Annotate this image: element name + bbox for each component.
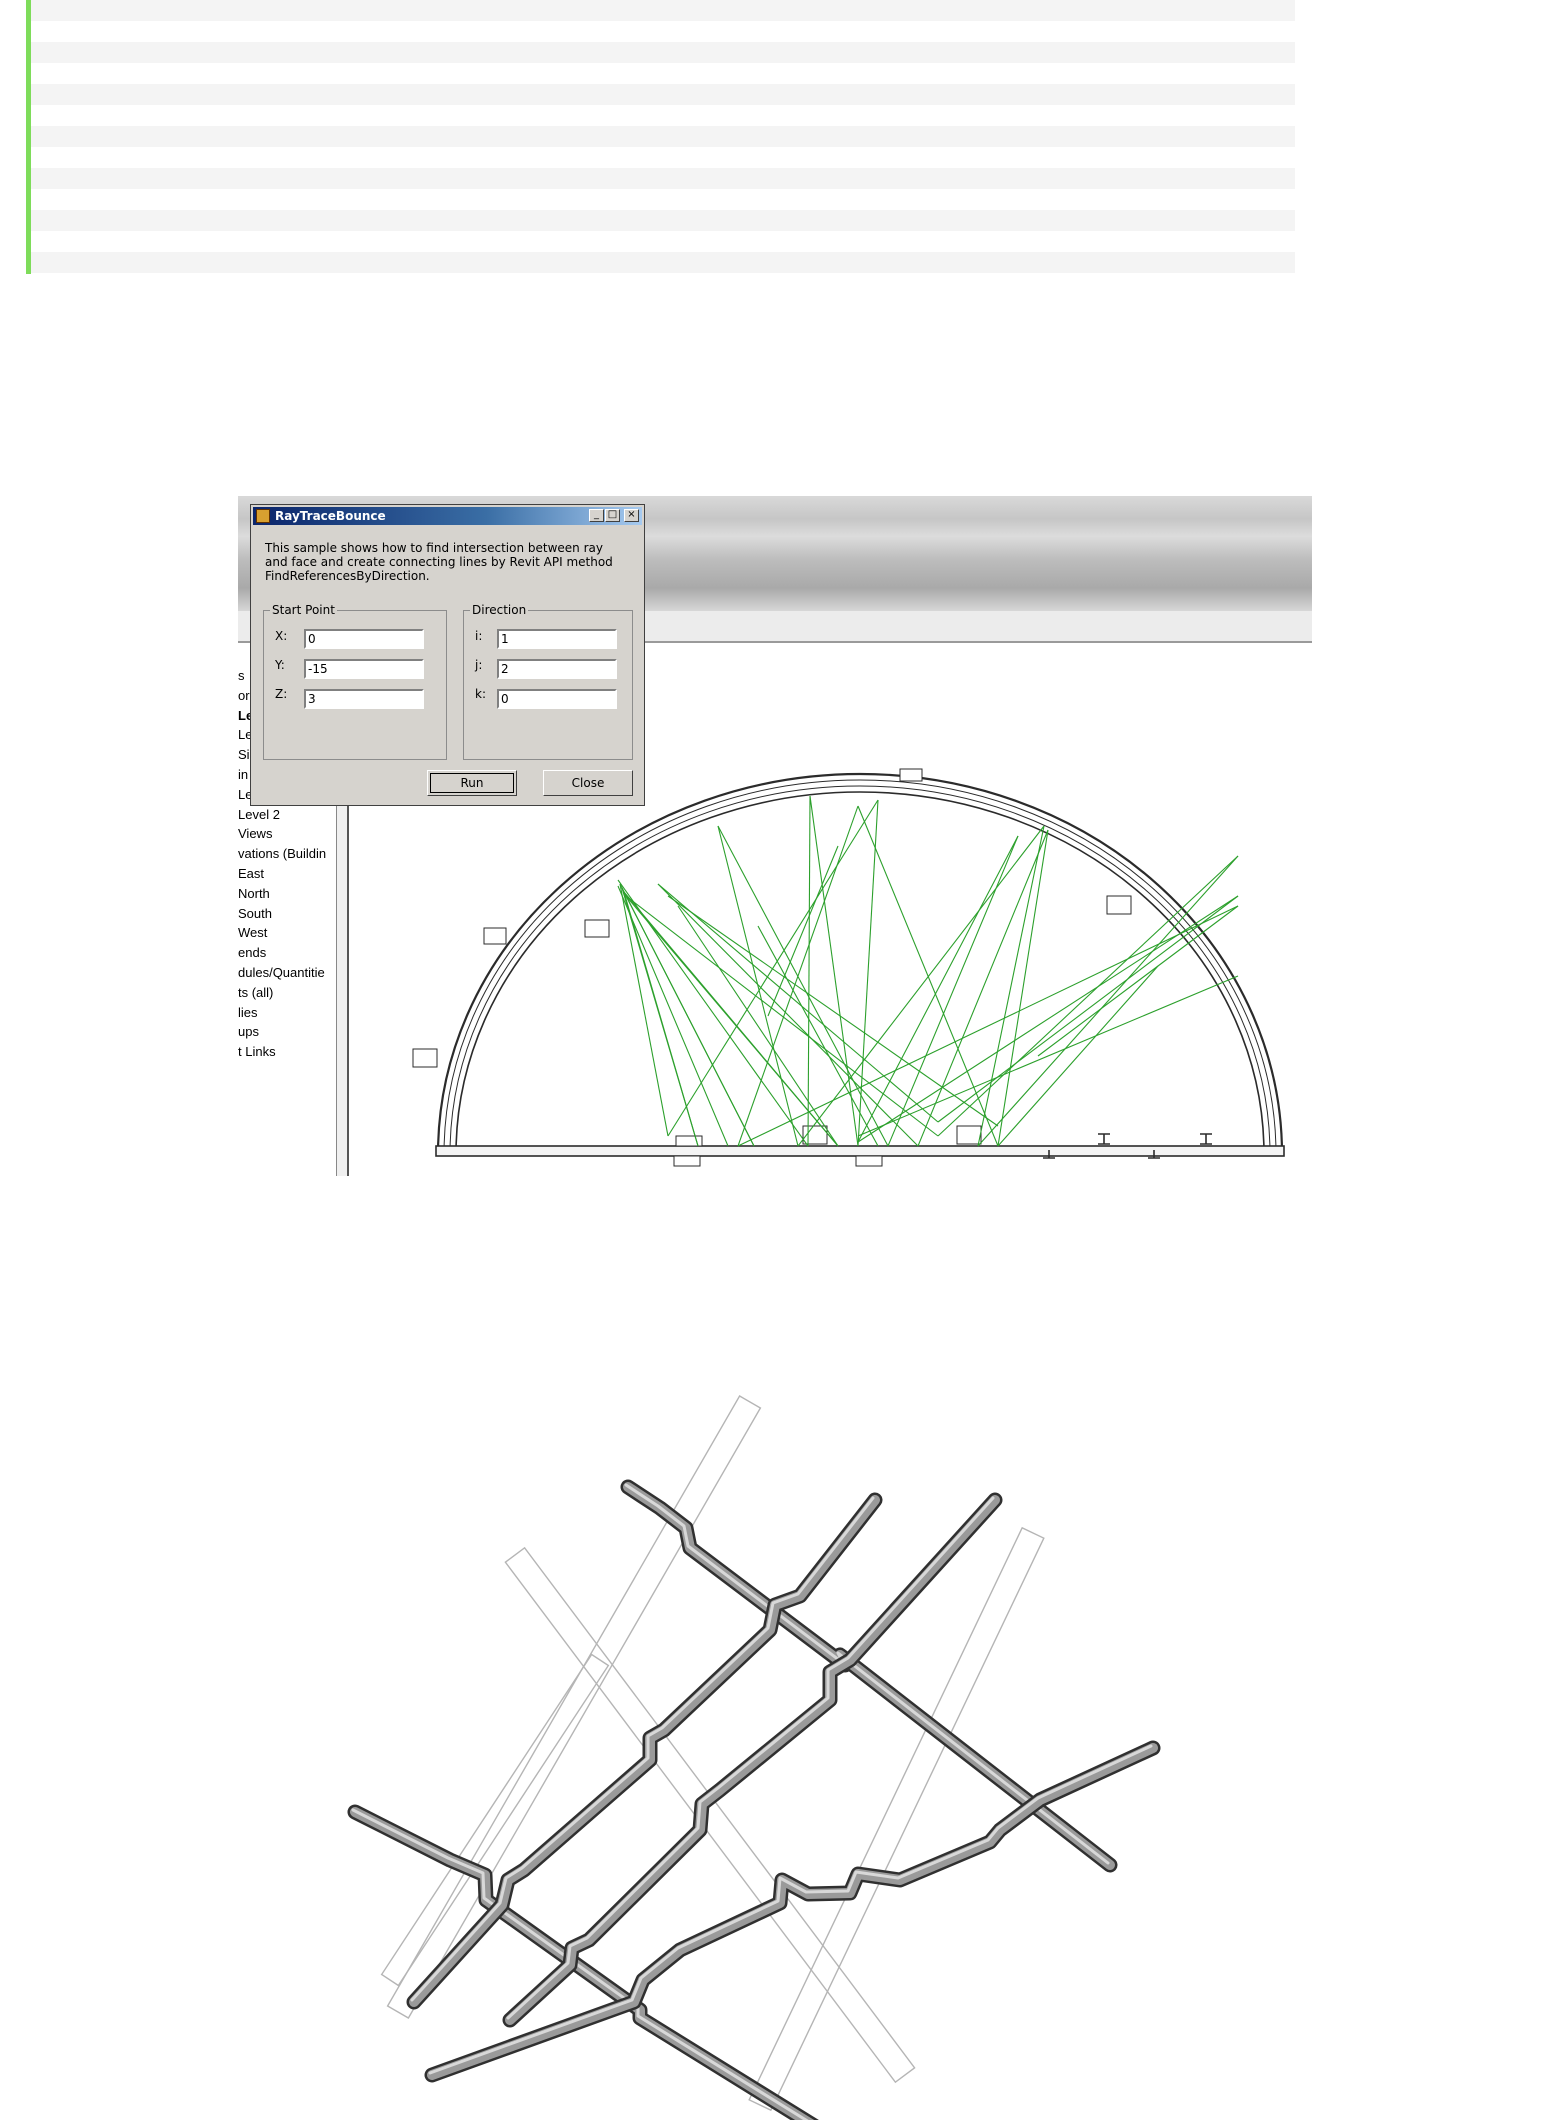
pipe-highlight [428, 1744, 1153, 2075]
pipe-body [427, 1743, 1158, 2080]
concrete-beam [504, 1546, 916, 2084]
concrete-beams [380, 1395, 1045, 2112]
concrete-beam [386, 1395, 762, 2019]
pipe-runs [347, 1479, 1161, 2120]
pipe-routing-illustration [347, 1395, 1161, 2120]
